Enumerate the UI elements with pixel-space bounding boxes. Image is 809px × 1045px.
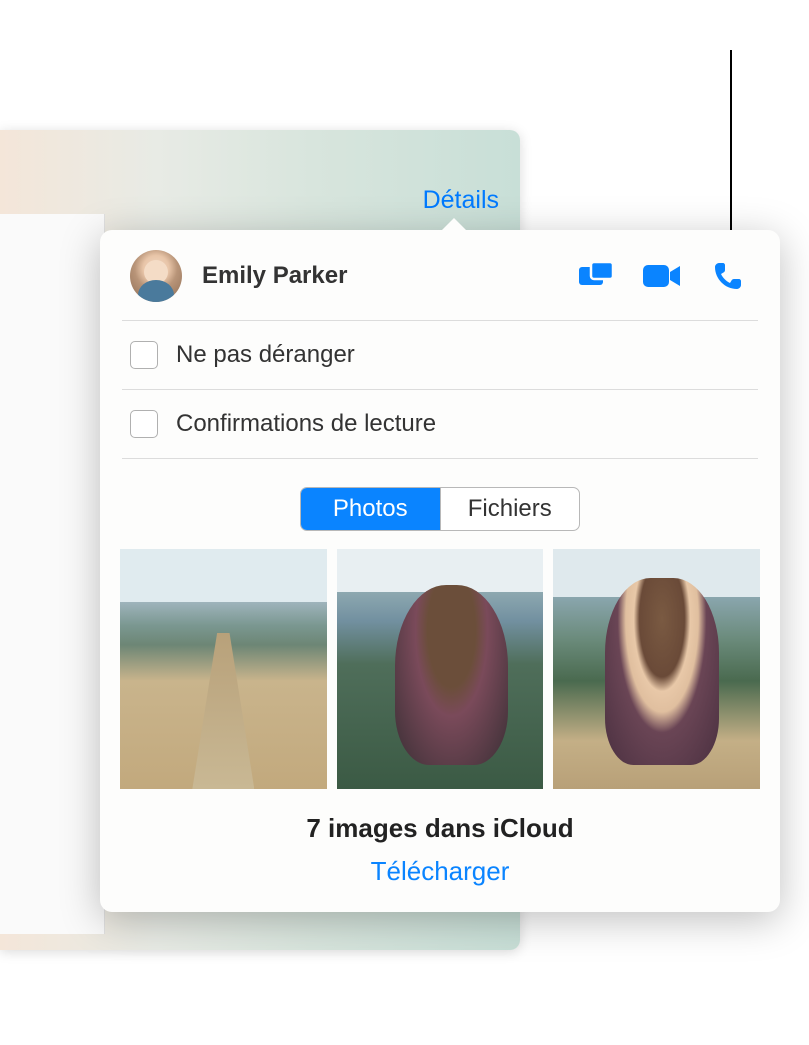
contact-name: Emily Parker bbox=[202, 262, 574, 290]
tab-photos[interactable]: Photos bbox=[301, 488, 440, 530]
photo-grid bbox=[100, 549, 780, 789]
segmented-control: Photos Fichiers bbox=[300, 487, 580, 531]
action-buttons bbox=[574, 254, 750, 298]
divider bbox=[122, 458, 758, 459]
read-receipts-checkbox[interactable] bbox=[130, 410, 158, 438]
photo-thumbnail[interactable] bbox=[337, 549, 544, 789]
read-receipts-label: Confirmations de lecture bbox=[176, 410, 436, 438]
avatar[interactable] bbox=[130, 250, 182, 302]
popover-arrow bbox=[440, 218, 468, 232]
video-call-button[interactable] bbox=[640, 254, 684, 298]
screen-share-icon bbox=[578, 261, 614, 291]
photo-thumbnail[interactable] bbox=[120, 549, 327, 789]
screen-share-button[interactable] bbox=[574, 254, 618, 298]
contact-header: Emily Parker bbox=[100, 230, 780, 320]
phone-icon bbox=[713, 261, 743, 291]
details-button[interactable]: Détails bbox=[423, 186, 499, 215]
tab-files[interactable]: Fichiers bbox=[440, 488, 580, 530]
icloud-status: 7 images dans iCloud bbox=[100, 813, 780, 844]
audio-call-button[interactable] bbox=[706, 254, 750, 298]
video-icon bbox=[643, 264, 681, 288]
do-not-disturb-label: Ne pas déranger bbox=[176, 341, 355, 369]
window-sidebar-backdrop bbox=[0, 214, 105, 934]
do-not-disturb-checkbox[interactable] bbox=[130, 341, 158, 369]
details-popover: Emily Parker Ne pas bbox=[100, 230, 780, 912]
do-not-disturb-row: Ne pas déranger bbox=[100, 321, 780, 389]
photo-thumbnail[interactable] bbox=[553, 549, 760, 789]
read-receipts-row: Confirmations de lecture bbox=[100, 390, 780, 458]
download-button[interactable]: Télécharger bbox=[100, 856, 780, 887]
